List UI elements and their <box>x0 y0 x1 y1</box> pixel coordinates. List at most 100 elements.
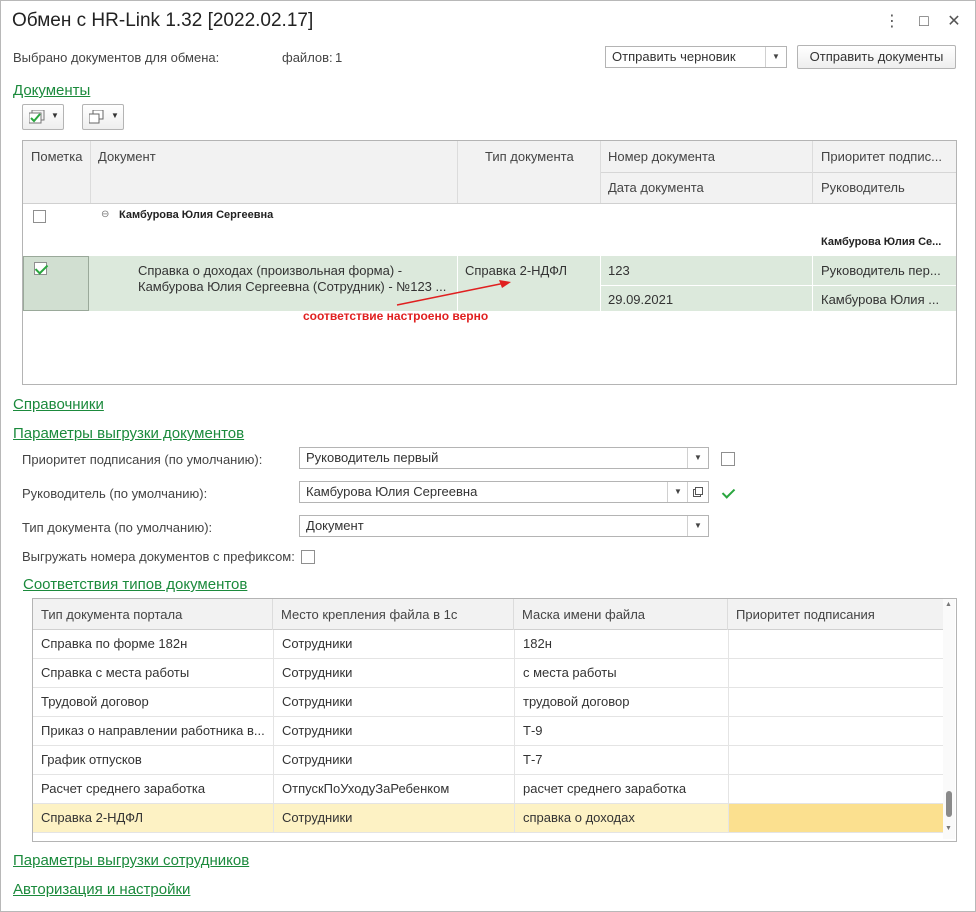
cell-file-mask[interactable]: справка о доходах <box>514 804 728 832</box>
cell-portal-type[interactable]: Приказ о направлении работника в... <box>33 717 273 745</box>
group-row-manager: Камбурова Юлия Се... <box>821 236 942 248</box>
document-row-manager: Камбурова Юлия ... <box>821 292 940 307</box>
cell-priority[interactable] <box>728 804 943 832</box>
doctype-default-select[interactable]: Документ ▼ <box>299 515 709 537</box>
table-row[interactable]: Трудовой договор Сотрудники трудовой догов… <box>33 688 943 717</box>
cell-attach-place[interactable]: Сотрудники <box>273 630 514 658</box>
employee-params-section-link[interactable]: Параметры выгрузки сотрудников <box>13 852 249 869</box>
collapse-icon[interactable]: ⊖ <box>101 209 109 220</box>
cell-file-mask[interactable]: расчет среднего заработка <box>514 775 728 803</box>
cell-portal-type[interactable]: Расчет среднего заработка <box>33 775 273 803</box>
document-row-mark-cell[interactable] <box>23 256 89 311</box>
manager-default-checkbox[interactable] <box>721 486 735 500</box>
cell-file-mask[interactable]: 182н <box>514 630 728 658</box>
send-mode-value: Отправить черновик <box>612 49 736 64</box>
annotation-arrow-icon <box>396 280 511 306</box>
document-row-date: 29.09.2021 <box>608 292 674 307</box>
documents-section-link[interactable]: Документы <box>13 82 90 99</box>
mapping-scrollbar[interactable]: ▲ ▼ <box>943 599 955 839</box>
mapping-header-attach-place[interactable]: Место крепления файла в 1с <box>281 607 457 622</box>
export-params-section-link[interactable]: Параметры выгрузки документов <box>13 425 244 442</box>
header-doc-number[interactable]: Номер документа <box>608 149 715 164</box>
header-doc-type[interactable]: Тип документа <box>485 149 574 164</box>
mapping-header-priority[interactable]: Приоритет подписания <box>736 607 875 622</box>
header-manager[interactable]: Руководитель <box>821 180 905 195</box>
type-mapping-section-link[interactable]: Соответствия типов документов <box>23 576 247 593</box>
dropdown-arrow-icon[interactable]: ▼ <box>667 482 688 502</box>
cell-file-mask[interactable]: с места работы <box>514 659 728 687</box>
dropdown-arrow-icon[interactable]: ▼ <box>765 47 786 67</box>
cell-portal-type[interactable]: Справка по форме 182н <box>33 630 273 658</box>
dropdown-arrow-icon[interactable]: ▼ <box>687 448 708 468</box>
selected-documents-label: Выбрано документов для обмена: <box>13 50 220 65</box>
group-row-checkbox[interactable] <box>33 210 46 223</box>
priority-default-checkbox[interactable] <box>721 452 735 466</box>
more-menu-icon[interactable]: ⋮ <box>882 12 902 32</box>
document-row-title-line1: Справка о доходах (произвольная форма) - <box>138 263 403 278</box>
table-row[interactable]: Расчет среднего заработка ОтпускПоУходуЗа… <box>33 775 943 804</box>
cell-portal-type[interactable]: Справка 2-НДФЛ <box>33 804 273 832</box>
cell-attach-place[interactable]: ОтпускПоУходуЗаРебенком <box>273 775 514 803</box>
cell-attach-place[interactable]: Сотрудники <box>273 688 514 716</box>
cell-priority[interactable] <box>728 746 943 774</box>
cell-priority[interactable] <box>728 630 943 658</box>
open-form-icon[interactable] <box>687 482 708 502</box>
header-document[interactable]: Документ <box>98 149 156 164</box>
cell-priority[interactable] <box>728 775 943 803</box>
cell-file-mask[interactable]: Т-7 <box>514 746 728 774</box>
files-count: 1 <box>335 50 343 65</box>
maximize-icon[interactable]: □ <box>914 12 934 32</box>
group-row-name: Камбурова Юлия Сергеевна <box>119 209 274 221</box>
priority-default-select[interactable]: Руководитель первый ▼ <box>299 447 709 469</box>
scroll-down-icon[interactable]: ▼ <box>945 825 952 832</box>
table-row[interactable]: Справка по форме 182н Сотрудники 182н <box>33 630 943 659</box>
cell-file-mask[interactable]: трудовой договор <box>514 688 728 716</box>
table-row[interactable]: Справка 2-НДФЛ Сотрудники справка о дохода… <box>33 804 943 833</box>
cell-attach-place[interactable]: Сотрудники <box>273 659 514 687</box>
cell-portal-type[interactable]: График отпусков <box>33 746 273 774</box>
prefix-label: Выгружать номера документов с префиксом: <box>22 549 295 564</box>
prefix-checkbox[interactable] <box>301 550 315 564</box>
annotation-text: соответствие настроено верно <box>303 309 489 323</box>
mapping-header-portal-type[interactable]: Тип документа портала <box>41 607 182 622</box>
copy-menu-button[interactable]: ▼ <box>82 104 124 130</box>
header-doc-date[interactable]: Дата документа <box>608 180 704 195</box>
auth-settings-section-link[interactable]: Авторизация и настройки <box>13 881 190 898</box>
cell-attach-place[interactable]: Сотрудники <box>273 717 514 745</box>
header-mark[interactable]: Пометка <box>31 149 82 164</box>
mapping-table[interactable]: Тип документа портала Место крепления фа… <box>32 598 957 842</box>
mark-all-button[interactable]: ▼ <box>22 104 64 130</box>
manager-default-select[interactable]: Камбурова Юлия Сергеевна ▼ <box>299 481 709 503</box>
priority-default-value: Руководитель первый <box>306 450 439 465</box>
doctype-default-value: Документ <box>306 518 364 533</box>
scroll-thumb[interactable] <box>946 791 952 817</box>
mapping-header-file-mask[interactable]: Маска имени файла <box>522 607 645 622</box>
send-mode-select[interactable]: Отправить черновик ▼ <box>605 46 787 68</box>
table-row[interactable]: Приказ о направлении работника в... Сотру… <box>33 717 943 746</box>
scroll-up-icon[interactable]: ▲ <box>945 601 952 608</box>
close-icon[interactable]: ✕ <box>944 12 964 32</box>
cell-priority[interactable] <box>728 717 943 745</box>
document-row-doc-type: Справка 2-НДФЛ <box>465 263 568 278</box>
dropdown-arrow-icon: ▼ <box>51 111 59 120</box>
document-row-priority: Руководитель пер... <box>821 263 941 278</box>
dropdown-arrow-icon[interactable]: ▼ <box>687 516 708 536</box>
document-row-checkbox[interactable] <box>34 262 47 275</box>
check-list-icon <box>29 110 45 124</box>
references-section-link[interactable]: Справочники <box>13 396 104 413</box>
cell-file-mask[interactable]: Т-9 <box>514 717 728 745</box>
cell-priority[interactable] <box>728 659 943 687</box>
header-priority[interactable]: Приоритет подпис... <box>821 149 942 164</box>
cell-priority[interactable] <box>728 688 943 716</box>
cell-portal-type[interactable]: Трудовой договор <box>33 688 273 716</box>
table-row[interactable]: График отпусков Сотрудники Т-7 <box>33 746 943 775</box>
dropdown-arrow-icon: ▼ <box>111 111 119 120</box>
table-row[interactable]: Справка с места работы Сотрудники с места … <box>33 659 943 688</box>
cell-attach-place[interactable]: Сотрудники <box>273 804 514 832</box>
cell-attach-place[interactable]: Сотрудники <box>273 746 514 774</box>
send-documents-button[interactable]: Отправить документы <box>797 45 956 69</box>
priority-default-label: Приоритет подписания (по умолчанию): <box>22 452 263 467</box>
manager-default-label: Руководитель (по умолчанию): <box>22 486 208 501</box>
cell-portal-type[interactable]: Справка с места работы <box>33 659 273 687</box>
documents-table[interactable]: Пометка Документ Тип документа Номер док… <box>22 140 957 385</box>
